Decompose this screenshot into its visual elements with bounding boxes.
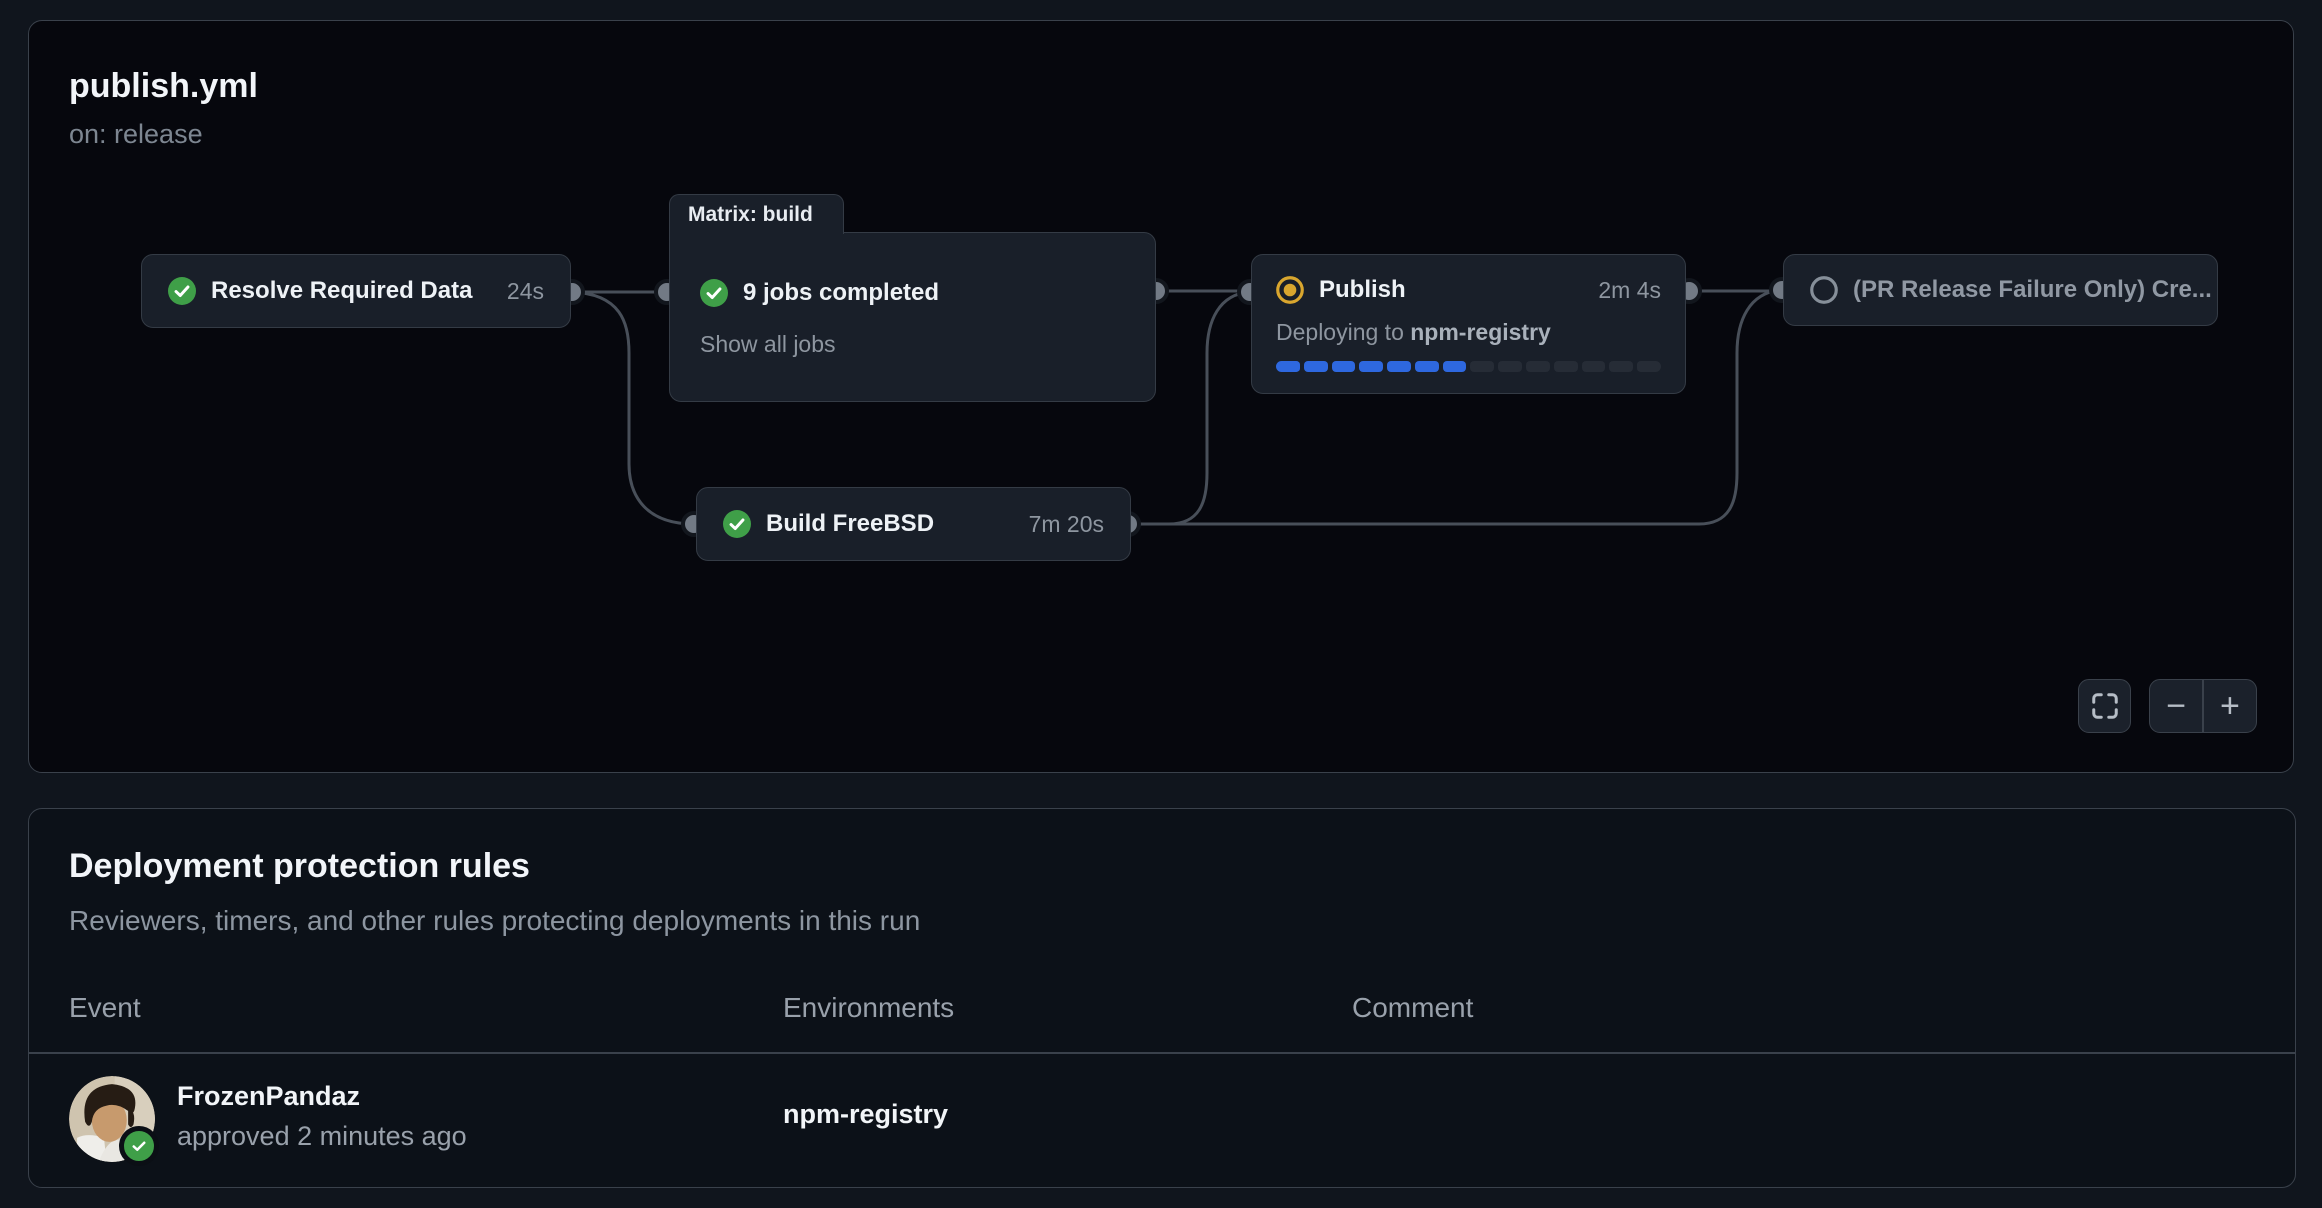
workflow-title: publish.yml xyxy=(69,67,258,106)
show-all-jobs-link[interactable]: Show all jobs xyxy=(700,331,1125,358)
header-divider xyxy=(29,1052,2295,1054)
job-node-label: Build FreeBSD xyxy=(766,510,934,538)
deploying-to-text: Deploying to npm-registry xyxy=(1276,319,1661,346)
job-node-resolve-required-data[interactable]: Resolve Required Data 24s xyxy=(141,254,571,328)
job-node-duration: 2m 4s xyxy=(1574,277,1661,304)
job-node-duration: 24s xyxy=(483,278,544,305)
rules-subtitle: Reviewers, timers, and other rules prote… xyxy=(69,905,920,937)
success-check-icon xyxy=(723,510,751,538)
workflow-graph-panel: publish.yml on: release Resolve Requir xyxy=(28,20,2294,773)
in-progress-icon xyxy=(1276,276,1304,304)
zoom-out-button[interactable]: − xyxy=(2150,680,2202,732)
graph-edges xyxy=(29,21,2295,774)
column-header-environments: Environments xyxy=(783,992,954,1024)
job-node-label: Resolve Required Data xyxy=(211,277,472,305)
fullscreen-button[interactable] xyxy=(2078,679,2131,733)
matrix-summary-label: 9 jobs completed xyxy=(743,279,939,307)
fullscreen-icon xyxy=(2090,691,2120,721)
publish-progress-bar xyxy=(1276,361,1661,372)
matrix-group-node[interactable]: 9 jobs completed Show all jobs xyxy=(669,232,1156,402)
job-node-publish[interactable]: Publish 2m 4s Deploying to npm-registry xyxy=(1251,254,1686,394)
matrix-tab-label: Matrix: build xyxy=(688,203,813,227)
deploy-environment: npm-registry xyxy=(1410,319,1551,345)
job-node-label: Publish xyxy=(1319,276,1406,304)
pending-circle-icon xyxy=(1810,276,1838,304)
column-header-event: Event xyxy=(69,992,141,1024)
job-node-label: (PR Release Failure Only) Cre... xyxy=(1853,276,2212,304)
job-node-build-freebsd[interactable]: Build FreeBSD 7m 20s xyxy=(696,487,1131,561)
matrix-group-tab: Matrix: build xyxy=(669,194,844,234)
success-check-icon xyxy=(700,279,728,307)
rules-title: Deployment protection rules xyxy=(69,847,530,886)
approval-status-text: approved 2 minutes ago xyxy=(177,1121,467,1152)
approver-username[interactable]: FrozenPandaz xyxy=(177,1081,360,1112)
job-node-pr-release-failure[interactable]: (PR Release Failure Only) Cre... xyxy=(1783,254,2218,326)
column-header-comment: Comment xyxy=(1352,992,1473,1024)
zoom-button-group: − + xyxy=(2149,679,2257,733)
avatar[interactable] xyxy=(69,1076,155,1162)
deploy-prefix: Deploying to xyxy=(1276,319,1410,345)
approved-badge-icon xyxy=(119,1126,159,1166)
deployment-rules-panel: Deployment protection rules Reviewers, t… xyxy=(28,808,2296,1188)
success-check-icon xyxy=(168,277,196,305)
workflow-trigger: on: release xyxy=(69,119,203,150)
row-environment: npm-registry xyxy=(783,1099,948,1130)
job-node-duration: 7m 20s xyxy=(1005,511,1104,538)
zoom-in-button[interactable]: + xyxy=(2204,680,2256,732)
